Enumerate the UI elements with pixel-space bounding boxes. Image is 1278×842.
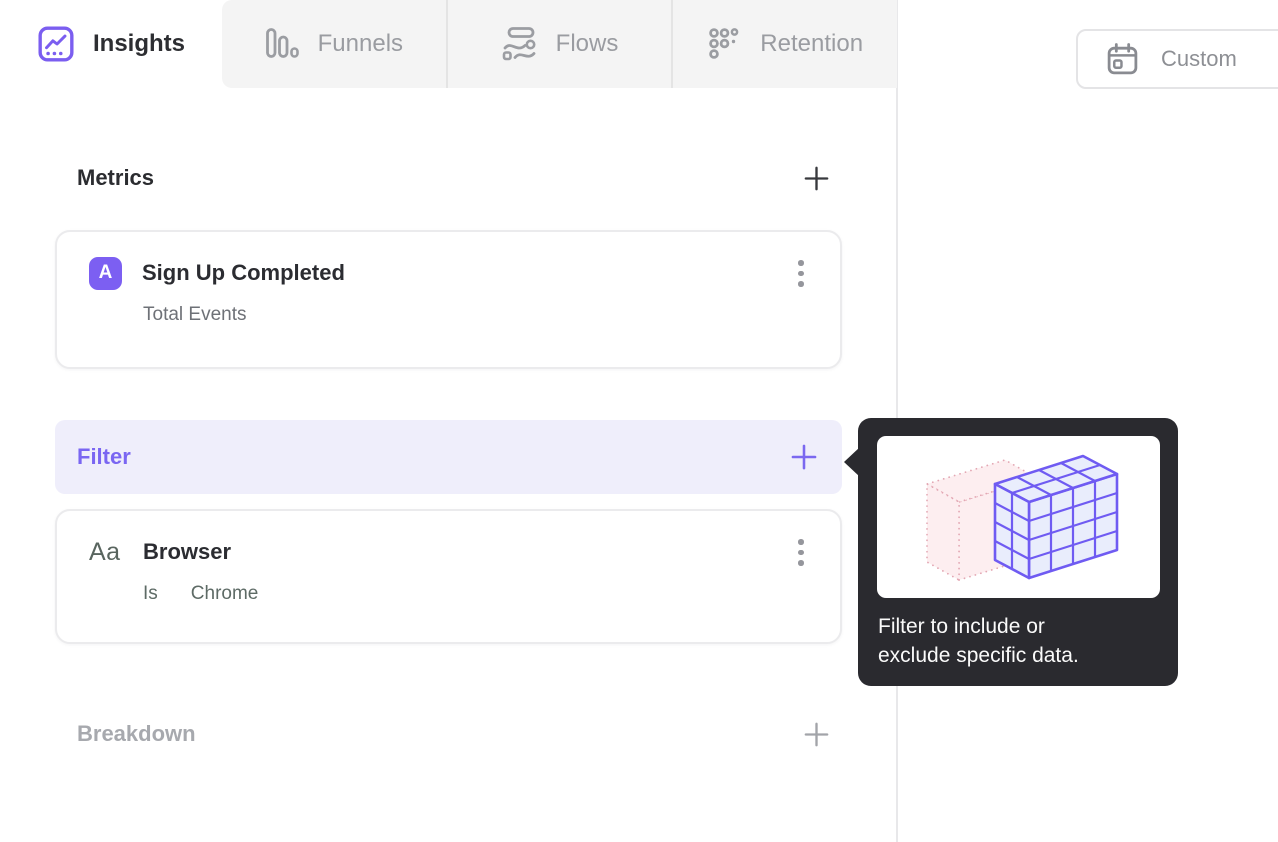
- funnels-bars-icon: [265, 27, 301, 61]
- filter-card-header: Aa Browser: [57, 511, 840, 570]
- tooltip-text-line2: exclude specific data.: [878, 644, 1079, 667]
- retention-dots-icon: [707, 26, 743, 62]
- calendar-icon: [1105, 42, 1140, 77]
- filter-section-title: Filter: [77, 444, 131, 469]
- kebab-menu-icon[interactable]: [788, 535, 814, 570]
- filter-operator[interactable]: Is: [143, 583, 158, 605]
- tab-insights-label: Insights: [92, 30, 185, 57]
- kebab-menu-icon[interactable]: [788, 256, 814, 291]
- tab-flows-label: Flows: [555, 30, 619, 57]
- tooltip-arrow: [844, 447, 860, 477]
- tooltip-text-line1: Filter to include or: [878, 615, 1045, 638]
- add-filter-button[interactable]: [790, 443, 818, 471]
- string-property-icon: Aa: [89, 537, 121, 566]
- plus-icon: [790, 443, 818, 471]
- filter-section-header: Filter: [55, 420, 842, 494]
- insights-chart-icon: [37, 25, 75, 63]
- tooltip-text: Filter to include or exclude specific da…: [878, 612, 1079, 670]
- metric-card-sign-up-completed[interactable]: A Sign Up Completed Total Events: [55, 230, 842, 369]
- metric-aggregation[interactable]: Total Events: [57, 304, 840, 326]
- tab-insights[interactable]: Insights: [0, 0, 222, 88]
- filter-cube-illustration: [877, 436, 1160, 598]
- plus-icon: [803, 721, 830, 748]
- tab-retention-label: Retention: [760, 30, 864, 57]
- metric-name: Sign Up Completed: [142, 260, 345, 286]
- tab-funnels-label: Funnels: [317, 30, 404, 57]
- tab-group-inactive: Funnels Flows Retention: [222, 0, 897, 88]
- add-breakdown-button[interactable]: [803, 721, 830, 748]
- breakdown-section-header: Breakdown: [55, 720, 842, 748]
- filter-property-name: Browser: [143, 539, 232, 565]
- metric-series-badge: A: [89, 256, 122, 290]
- filter-condition: Is Chrome: [57, 583, 840, 605]
- flows-wave-icon: [501, 26, 539, 62]
- date-range-custom-label: Custom: [1161, 46, 1237, 71]
- filter-value[interactable]: Chrome: [191, 583, 259, 605]
- add-metric-button[interactable]: [803, 165, 830, 192]
- tab-funnels[interactable]: Funnels: [222, 0, 446, 88]
- plus-icon: [803, 165, 830, 192]
- metrics-section-title: Metrics: [77, 165, 155, 190]
- metrics-section-header: Metrics: [55, 164, 842, 192]
- tab-flows[interactable]: Flows: [445, 0, 672, 88]
- metric-card-header: A Sign Up Completed: [57, 232, 840, 291]
- breakdown-section-title: Breakdown: [77, 721, 196, 746]
- date-range-custom-button[interactable]: Custom: [1076, 29, 1278, 89]
- filter-card-browser[interactable]: Aa Browser Is Chrome: [55, 509, 842, 644]
- insights-builder-screen: Insights Funnels Flows Retention Custom …: [0, 0, 1278, 842]
- filter-tooltip: Filter to include or exclude specific da…: [844, 418, 1178, 686]
- tab-retention[interactable]: Retention: [671, 0, 897, 88]
